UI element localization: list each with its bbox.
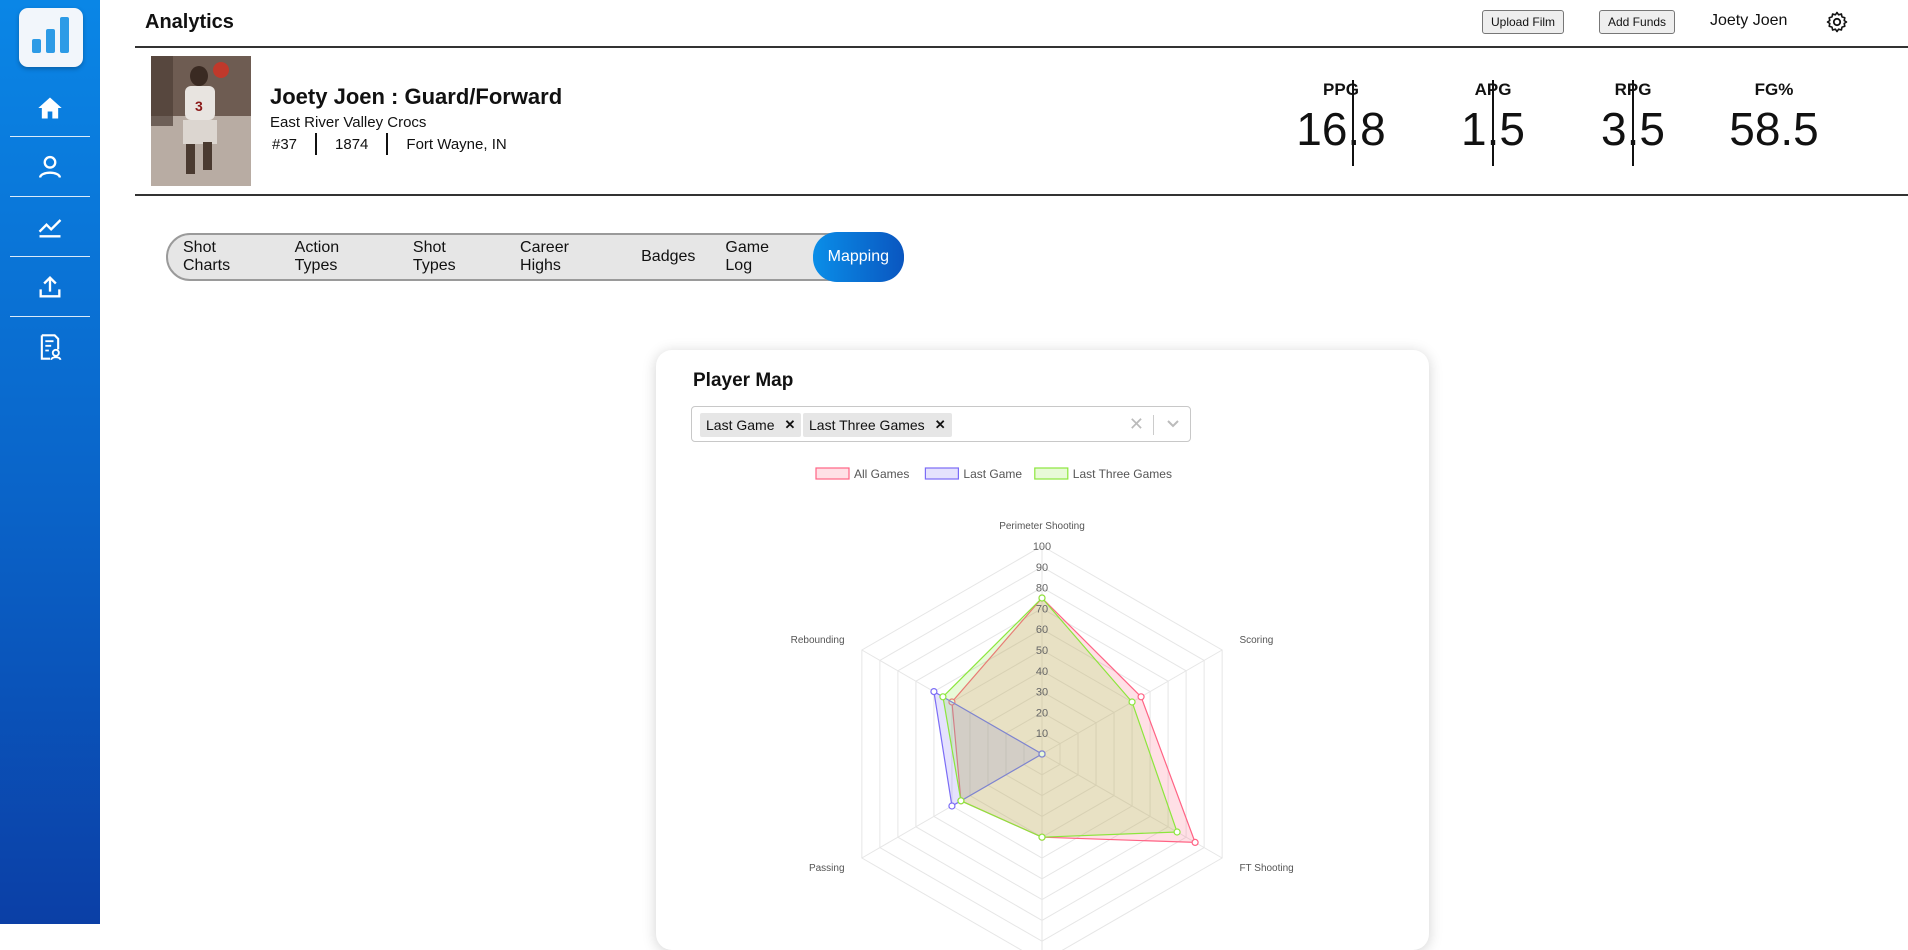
sidebar-divider — [10, 136, 90, 137]
radar-point — [1173, 828, 1181, 836]
gear-icon[interactable] — [1825, 10, 1849, 34]
radar-point — [1191, 838, 1199, 846]
stat-divider — [1352, 80, 1354, 166]
sidebar-item-upload[interactable] — [10, 258, 90, 316]
sidebar-item-home[interactable] — [10, 79, 90, 137]
meta-divider — [386, 133, 389, 155]
sidebar-divider — [10, 256, 90, 257]
player-id: 1874 — [335, 135, 369, 153]
page-title: Analytics — [145, 11, 234, 33]
stat-label: PPG — [1323, 80, 1359, 99]
tab-badges[interactable]: Badges — [626, 235, 710, 279]
radar-axis-label: Passing — [809, 863, 845, 874]
report-icon — [40, 334, 62, 361]
player-meta: #37 1874 Fort Wayne, IN — [272, 133, 507, 155]
radar-tick-label: 20 — [1036, 707, 1048, 719]
radar-point — [948, 802, 956, 810]
legend-swatch — [815, 467, 850, 480]
radar-tick-label: 10 — [1036, 728, 1048, 740]
sidebar-item-stats[interactable] — [10, 198, 90, 256]
sidebar-item-profile[interactable] — [10, 138, 90, 196]
add-funds-button[interactable]: Add Funds — [1599, 10, 1676, 34]
stat-ppg: PPG 16.8 — [1271, 80, 1411, 156]
stat-value: 16.8 — [1296, 103, 1386, 155]
radar-point — [930, 688, 938, 696]
radar-tick-label: 50 — [1036, 645, 1048, 657]
stat-divider — [1492, 80, 1494, 166]
sidebar-item-reports[interactable] — [10, 318, 90, 376]
player-name: Joety Joen : Guard/Forward — [270, 84, 563, 109]
radar-point — [1137, 693, 1145, 701]
tab-mapping[interactable]: Mapping — [812, 232, 904, 282]
upload-film-button[interactable]: Upload Film — [1482, 10, 1565, 34]
tab-game-log[interactable]: Game Log — [710, 235, 812, 279]
radar-chart: 10 20 30 40 50 60 70 80 90 100 Perimeter Shooting S… — [791, 467, 1294, 950]
radar-tick-label: 70 — [1036, 603, 1048, 615]
radar-point — [1128, 698, 1136, 706]
radar-tick-label: 90 — [1036, 562, 1048, 574]
radar-tick-label: 30 — [1036, 687, 1048, 699]
top-bar: Analytics Upload Film Add Funds Joety Jo… — [135, 0, 1908, 48]
tab-shot-charts[interactable]: Shot Charts — [168, 235, 280, 279]
radar-tick-label: 40 — [1036, 666, 1048, 678]
stat-divider — [1632, 80, 1634, 166]
tab-action-types[interactable]: Action Types — [280, 235, 398, 279]
chart-line-icon — [38, 219, 62, 238]
legend-label: All Games — [854, 467, 909, 481]
player-photo: 3 — [151, 56, 251, 186]
legend-swatch — [924, 467, 959, 480]
radar-tick-label: 60 — [1036, 624, 1048, 636]
analytics-logo-icon[interactable] — [19, 8, 83, 67]
sidebar-divider — [10, 316, 90, 317]
tab-career-highs[interactable]: Career Highs — [505, 235, 626, 279]
tab-shot-types[interactable]: Shot Types — [398, 235, 505, 279]
radar-point — [957, 797, 965, 805]
legend-label: Last Game — [963, 467, 1022, 481]
radar-axis-label: Scoring — [1239, 635, 1273, 646]
radar-tick-label: 100 — [1033, 541, 1051, 553]
radar-axis-label: Perimeter Shooting — [999, 521, 1085, 532]
radar-point — [1038, 594, 1046, 602]
user-icon — [38, 155, 62, 178]
player-number: #37 — [272, 135, 298, 153]
svg-text:3: 3 — [195, 98, 203, 114]
player-team: East River Valley Crocs — [270, 114, 427, 131]
stat-fg: FG% 58.5 — [1704, 80, 1844, 156]
sidebar-divider — [10, 196, 90, 197]
legend-swatch — [1034, 467, 1069, 480]
stat-label: FG% — [1754, 80, 1794, 99]
radar-axis-label: FT Shooting — [1239, 863, 1293, 874]
meta-divider — [315, 133, 318, 155]
radar-point — [939, 693, 947, 701]
user-name[interactable]: Joety Joen — [1710, 12, 1787, 30]
radar-axis-label: Rebounding — [791, 635, 845, 646]
player-header: 3 Joety Joen : Guard/Forward East River … — [135, 46, 1908, 196]
radar-tick-label: 80 — [1036, 583, 1048, 595]
legend-label: Last Three Games — [1073, 467, 1172, 481]
upload-icon — [39, 276, 61, 298]
radar-point — [1038, 833, 1046, 841]
home-icon — [38, 97, 62, 119]
stat-value: 58.5 — [1729, 103, 1819, 155]
player-hometown: Fort Wayne, IN — [406, 135, 507, 153]
sidebar — [0, 0, 100, 924]
tab-bar: Shot Charts Action Types Shot Types Care… — [166, 232, 904, 282]
player-map-card: Player Map Last Game ✕ Last Three Games … — [656, 350, 1429, 950]
